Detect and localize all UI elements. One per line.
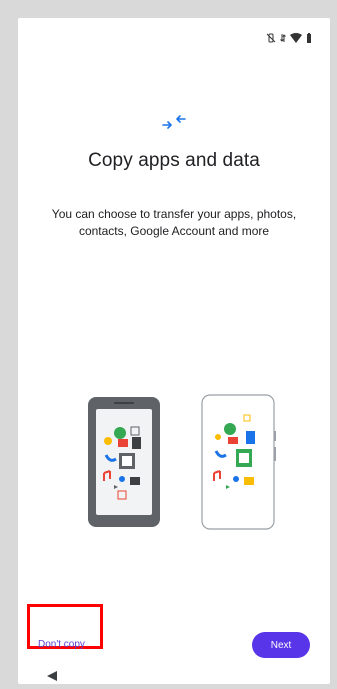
battery-icon [306,30,312,43]
navigation-bar [18,666,330,688]
page-subtitle: You can choose to transfer your apps, ph… [51,207,297,238]
phones-transfer-illustration [88,394,276,530]
status-icons [266,30,312,43]
transfer-arrows-icon [162,115,186,129]
next-button[interactable]: Next [252,632,310,658]
status-bar [18,18,330,54]
page-title: Copy apps and data [88,150,260,171]
data-arrows-icon [280,30,286,42]
wifi-icon [290,30,302,43]
back-triangle-icon[interactable] [46,670,58,682]
dont-copy-button[interactable]: Don't copy [38,639,85,650]
setup-screen: Copy apps and data You can choose to tra… [18,18,330,684]
vibrate-off-icon [266,30,276,43]
